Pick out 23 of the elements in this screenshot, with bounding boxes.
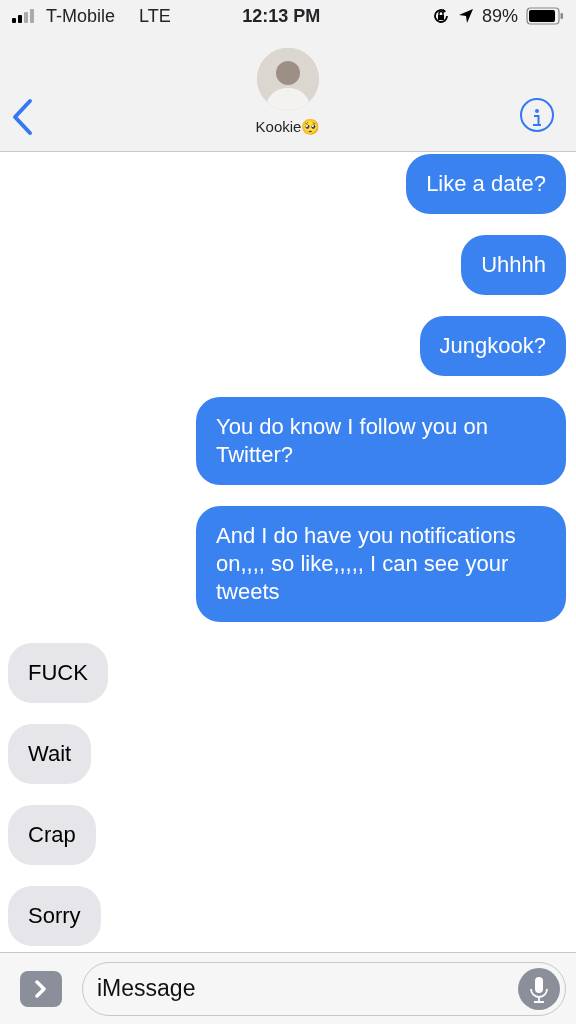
- info-icon: [532, 107, 542, 128]
- clock: 12:13 PM: [242, 4, 321, 28]
- message-bubble: Sorry: [8, 886, 101, 946]
- rotation-lock-icon: [431, 7, 450, 25]
- message-input[interactable]: iMessage: [82, 961, 566, 1016]
- contact-name[interactable]: Kookie🥺: [255, 116, 321, 139]
- carrier-name: T-Mobile: [46, 4, 116, 28]
- location-arrow-icon: [457, 8, 474, 24]
- message-bubble: FUCK: [8, 643, 108, 703]
- message-bubble: Wait: [8, 724, 92, 784]
- message-bubble: You do know I follow you on Twitter?: [196, 397, 566, 485]
- info-button[interactable]: [520, 98, 554, 132]
- battery-icon: [526, 7, 564, 25]
- network-type: LTE: [139, 4, 171, 28]
- battery-percentage: 89%: [481, 4, 518, 28]
- chevron-right-icon: [35, 979, 47, 998]
- apps-button[interactable]: [20, 970, 62, 1007]
- message-bubble: And I do have you notifications on,,,, so like,,,,, I can see your tweets: [196, 506, 566, 622]
- message-bubble: Jungkook?: [419, 316, 566, 376]
- message-bubble: Uhhhh: [461, 235, 566, 295]
- message-bubble: Like a date?: [406, 154, 566, 214]
- message-bubble: Crap: [8, 805, 96, 865]
- back-button[interactable]: [10, 98, 34, 136]
